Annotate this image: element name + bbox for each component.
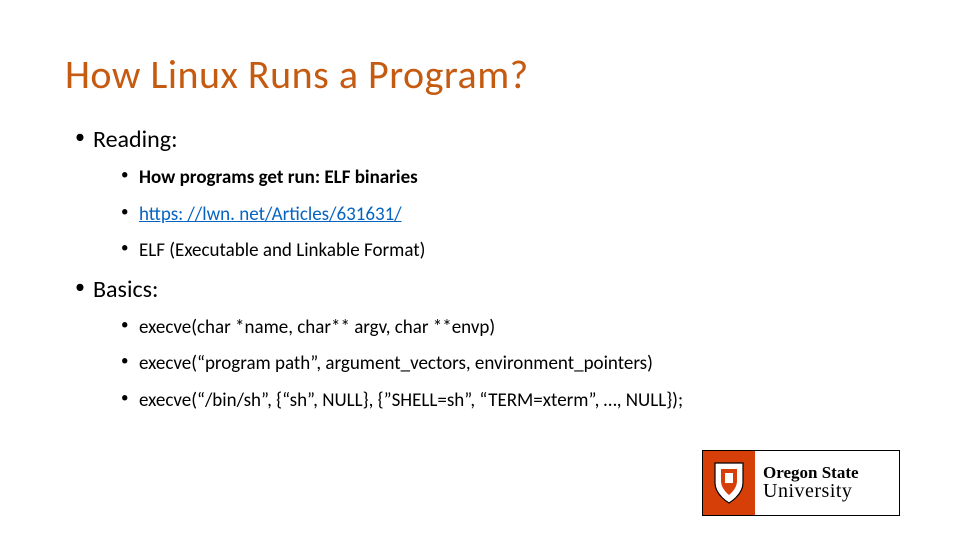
item-link[interactable]: https: //lwn. net/Articles/631631/	[139, 203, 402, 226]
university-logo: Oregon State University	[702, 450, 900, 516]
list-item: execve(“/bin/sh”, {“sh”, NULL}, {”SHELL=…	[121, 388, 895, 415]
logo-crest-icon	[703, 451, 755, 515]
content-list: Reading: How programs get run: ELF binar…	[65, 125, 895, 415]
basics-items: execve(char *name, char** argv, char **e…	[93, 315, 895, 415]
section-label: Reading:	[93, 125, 178, 154]
logo-line2: University	[763, 481, 899, 502]
reading-items: How programs get run: ELF binaries https…	[93, 165, 895, 265]
item-text: execve(“/bin/sh”, {“sh”, NULL}, {”SHELL=…	[139, 389, 683, 412]
item-text: execve(“program path”, argument_vectors,…	[139, 352, 653, 375]
list-item: https: //lwn. net/Articles/631631/	[121, 202, 895, 229]
slide: How Linux Runs a Program? Reading: How p…	[0, 0, 960, 540]
logo-line1: Oregon State	[763, 464, 899, 482]
slide-title: How Linux Runs a Program?	[65, 50, 895, 99]
item-text: ELF (Executable and Linkable Format)	[139, 239, 425, 262]
section-label: Basics:	[93, 275, 158, 304]
list-item: execve(char *name, char** argv, char **e…	[121, 315, 895, 342]
section-basics: Basics: execve(char *name, char** argv, …	[75, 275, 895, 415]
item-text: How programs get run: ELF binaries	[139, 166, 418, 189]
section-reading: Reading: How programs get run: ELF binar…	[75, 125, 895, 265]
item-text: execve(char *name, char** argv, char **e…	[139, 316, 495, 339]
list-item: ELF (Executable and Linkable Format)	[121, 238, 895, 265]
logo-text: Oregon State University	[755, 451, 899, 515]
list-item: How programs get run: ELF binaries	[121, 165, 895, 192]
list-item: execve(“program path”, argument_vectors,…	[121, 351, 895, 378]
